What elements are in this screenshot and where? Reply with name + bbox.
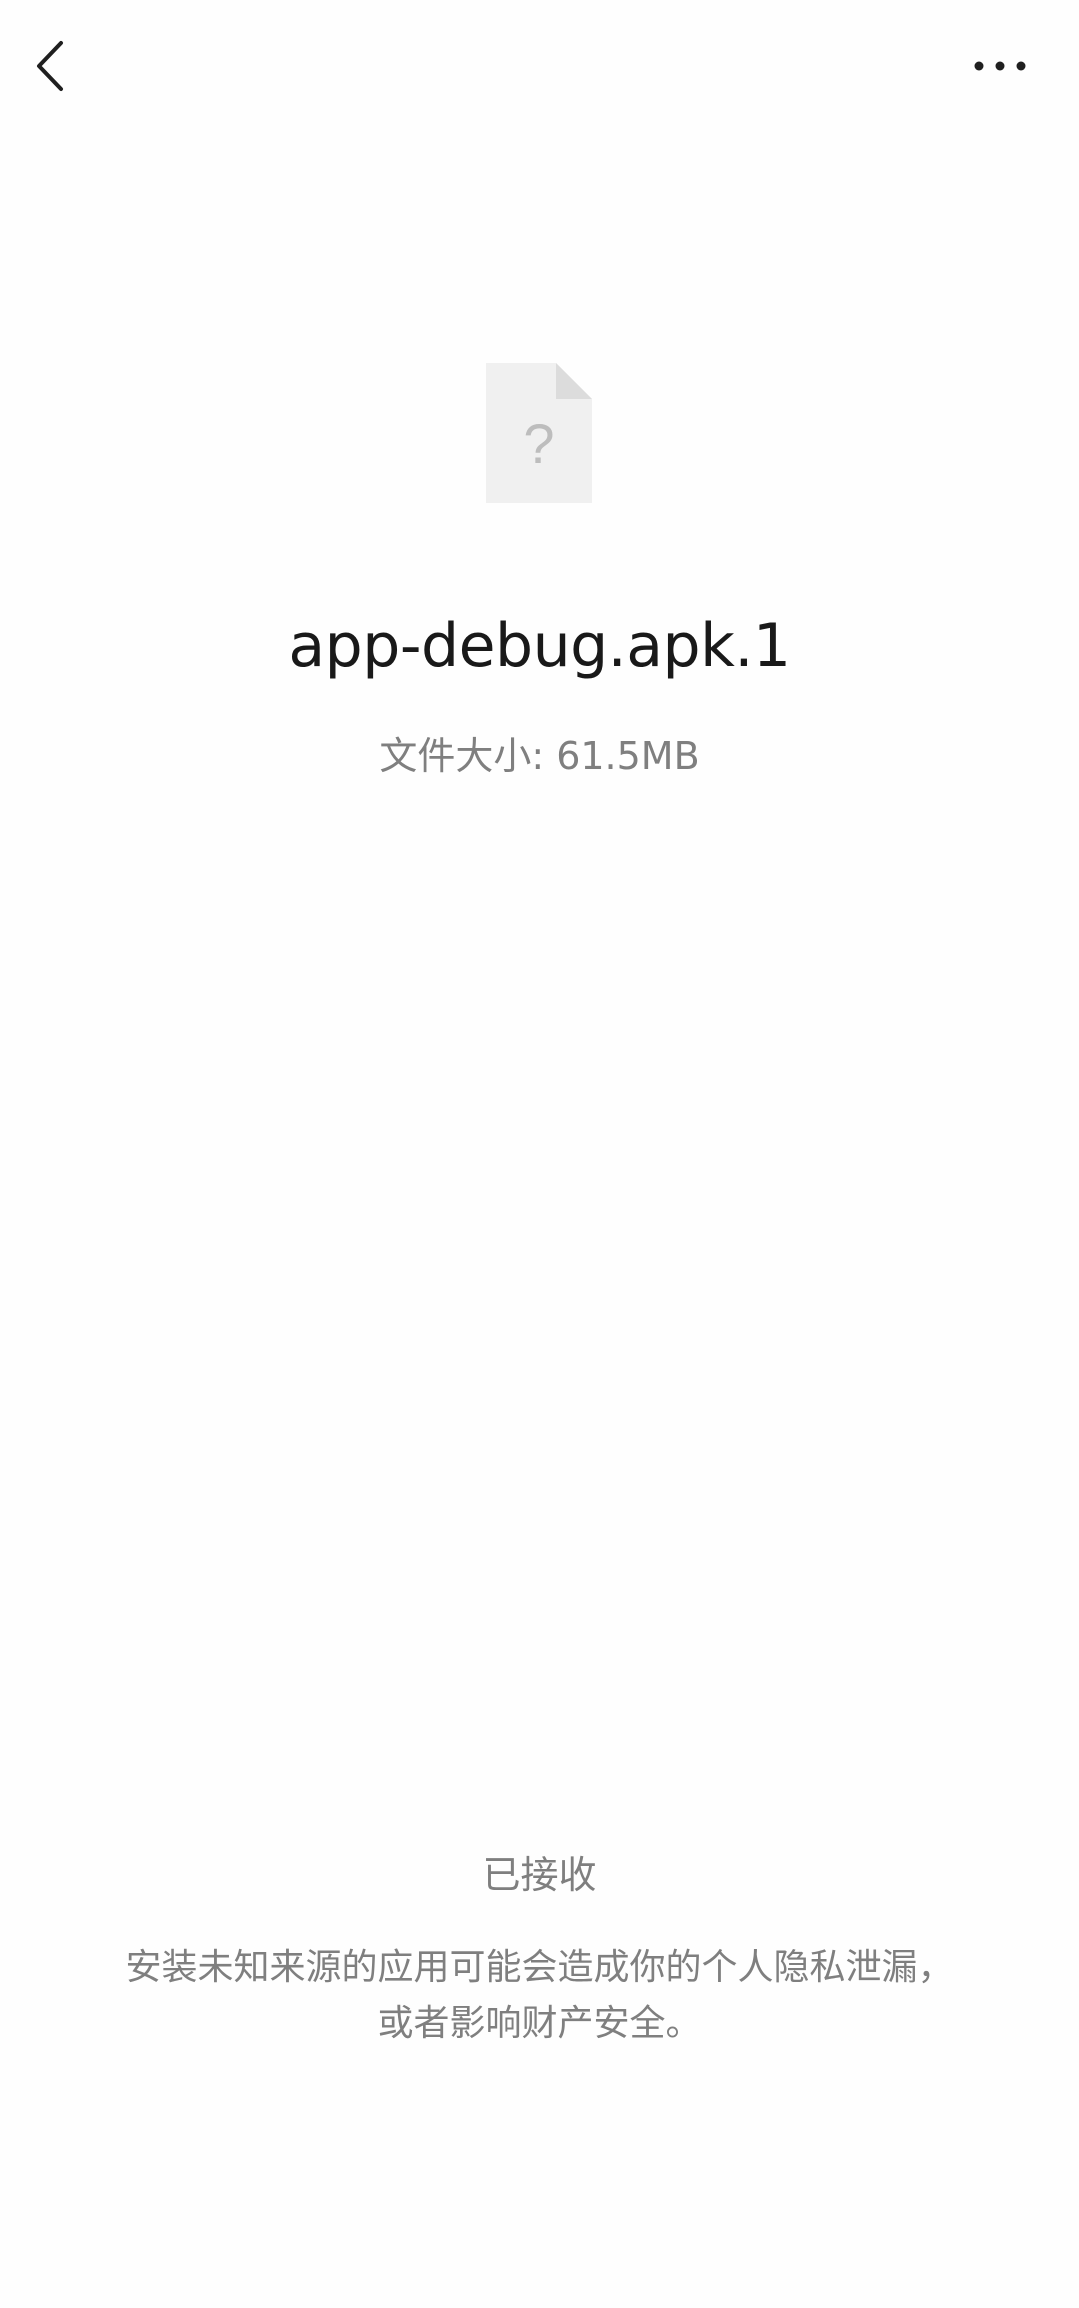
more-horizontal-icon [974, 61, 1026, 71]
more-options-button[interactable] [960, 36, 1040, 96]
back-button[interactable] [22, 30, 78, 102]
unknown-file-icon: ? [486, 363, 592, 503]
file-size: 文件大小: 61.5MB [379, 734, 700, 778]
warning-line-1: 安装未知来源的应用可能会造成你的个人隐私泄漏， [125, 1947, 954, 1988]
file-icon-glyph: ? [523, 412, 554, 475]
warning-line-2: 或者影响财产安全。 [377, 2003, 702, 2044]
chevron-left-icon [37, 41, 63, 91]
top-bar [0, 0, 1079, 140]
security-warning: 安装未知来源的应用可能会造成你的个人隐私泄漏， 或者影响财产安全。 [90, 1940, 989, 2052]
received-status: 已接收 [482, 1853, 597, 1897]
file-name: app-debug.apk.1 [288, 611, 791, 681]
